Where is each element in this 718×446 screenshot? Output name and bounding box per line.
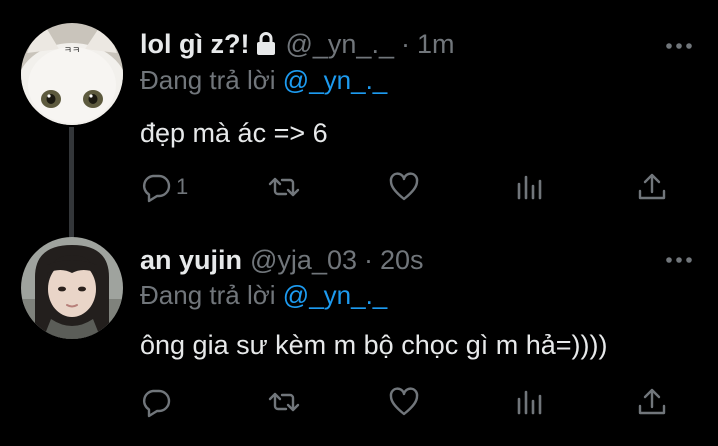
reply-button[interactable]: 1: [140, 169, 188, 205]
reply-count: 1: [176, 174, 189, 199]
cat-avatar-image: ㅋㅋ: [21, 23, 123, 125]
tweet-text: đẹp mà ác => 6: [140, 118, 328, 148]
retweet-button[interactable]: [268, 384, 300, 420]
retweet-button[interactable]: [268, 169, 300, 205]
retweet-icon: [268, 392, 300, 412]
heart-icon: [389, 172, 419, 201]
views-icon: [517, 175, 542, 200]
heart-icon: [389, 387, 419, 416]
share-button[interactable]: [636, 169, 668, 205]
tweet-text: ông gia sư kèm m bộ chọc gì m hả=)))): [140, 330, 608, 360]
replying-mention[interactable]: @_yn_._: [283, 280, 387, 310]
lock-icon: [255, 31, 277, 57]
reply-icon: [142, 389, 171, 418]
handle[interactable]: @_yn_._: [285, 27, 393, 61]
separator: ·: [364, 245, 373, 275]
avatar[interactable]: [21, 237, 123, 339]
replying-to: Đang trả lời @_yn_._: [140, 64, 387, 96]
reply-icon: [142, 174, 171, 203]
replying-prefix: Đang trả lời: [140, 280, 276, 310]
avatar[interactable]: ㅋㅋ: [21, 23, 123, 125]
tweet[interactable]: an yujin @yja_03 · 20s Đang trả lời @_yn…: [0, 222, 718, 446]
views-icon: [517, 390, 542, 415]
share-button[interactable]: [636, 384, 668, 420]
display-name[interactable]: an yujin: [140, 243, 242, 277]
replying-prefix: Đang trả lời: [140, 65, 276, 95]
portrait-avatar-image: [21, 237, 123, 339]
tweet-header: an yujin @yja_03 · 20s: [140, 243, 424, 277]
share-icon: [638, 173, 666, 200]
views-button[interactable]: [514, 384, 546, 420]
timestamp[interactable]: 1m: [417, 27, 455, 61]
like-button[interactable]: [388, 169, 420, 205]
reply-button[interactable]: [140, 384, 176, 420]
like-button[interactable]: [388, 384, 420, 420]
tweet-actions: 1: [140, 169, 680, 205]
display-name[interactable]: lol gì z?!: [140, 27, 249, 61]
timestamp[interactable]: 20s: [380, 243, 424, 277]
separator: ·: [400, 29, 410, 59]
handle[interactable]: @yja_03: [250, 243, 357, 277]
retweet-icon: [268, 177, 300, 197]
more-icon[interactable]: [664, 252, 694, 263]
share-icon: [638, 388, 666, 415]
svg-text:ㅋㅋ: ㅋㅋ: [64, 46, 81, 56]
views-button[interactable]: [514, 169, 546, 205]
tweet-actions: [140, 384, 680, 420]
tweet-header: lol gì z?! @_yn_._ · 1m: [140, 27, 454, 61]
replying-mention[interactable]: @_yn_._: [283, 65, 387, 95]
tweet[interactable]: ㅋㅋ lol gì z?! @_yn_._ · 1m Đang trả lời …: [0, 0, 718, 239]
more-icon[interactable]: [664, 38, 694, 49]
replying-to: Đang trả lời @_yn_._: [140, 279, 387, 311]
